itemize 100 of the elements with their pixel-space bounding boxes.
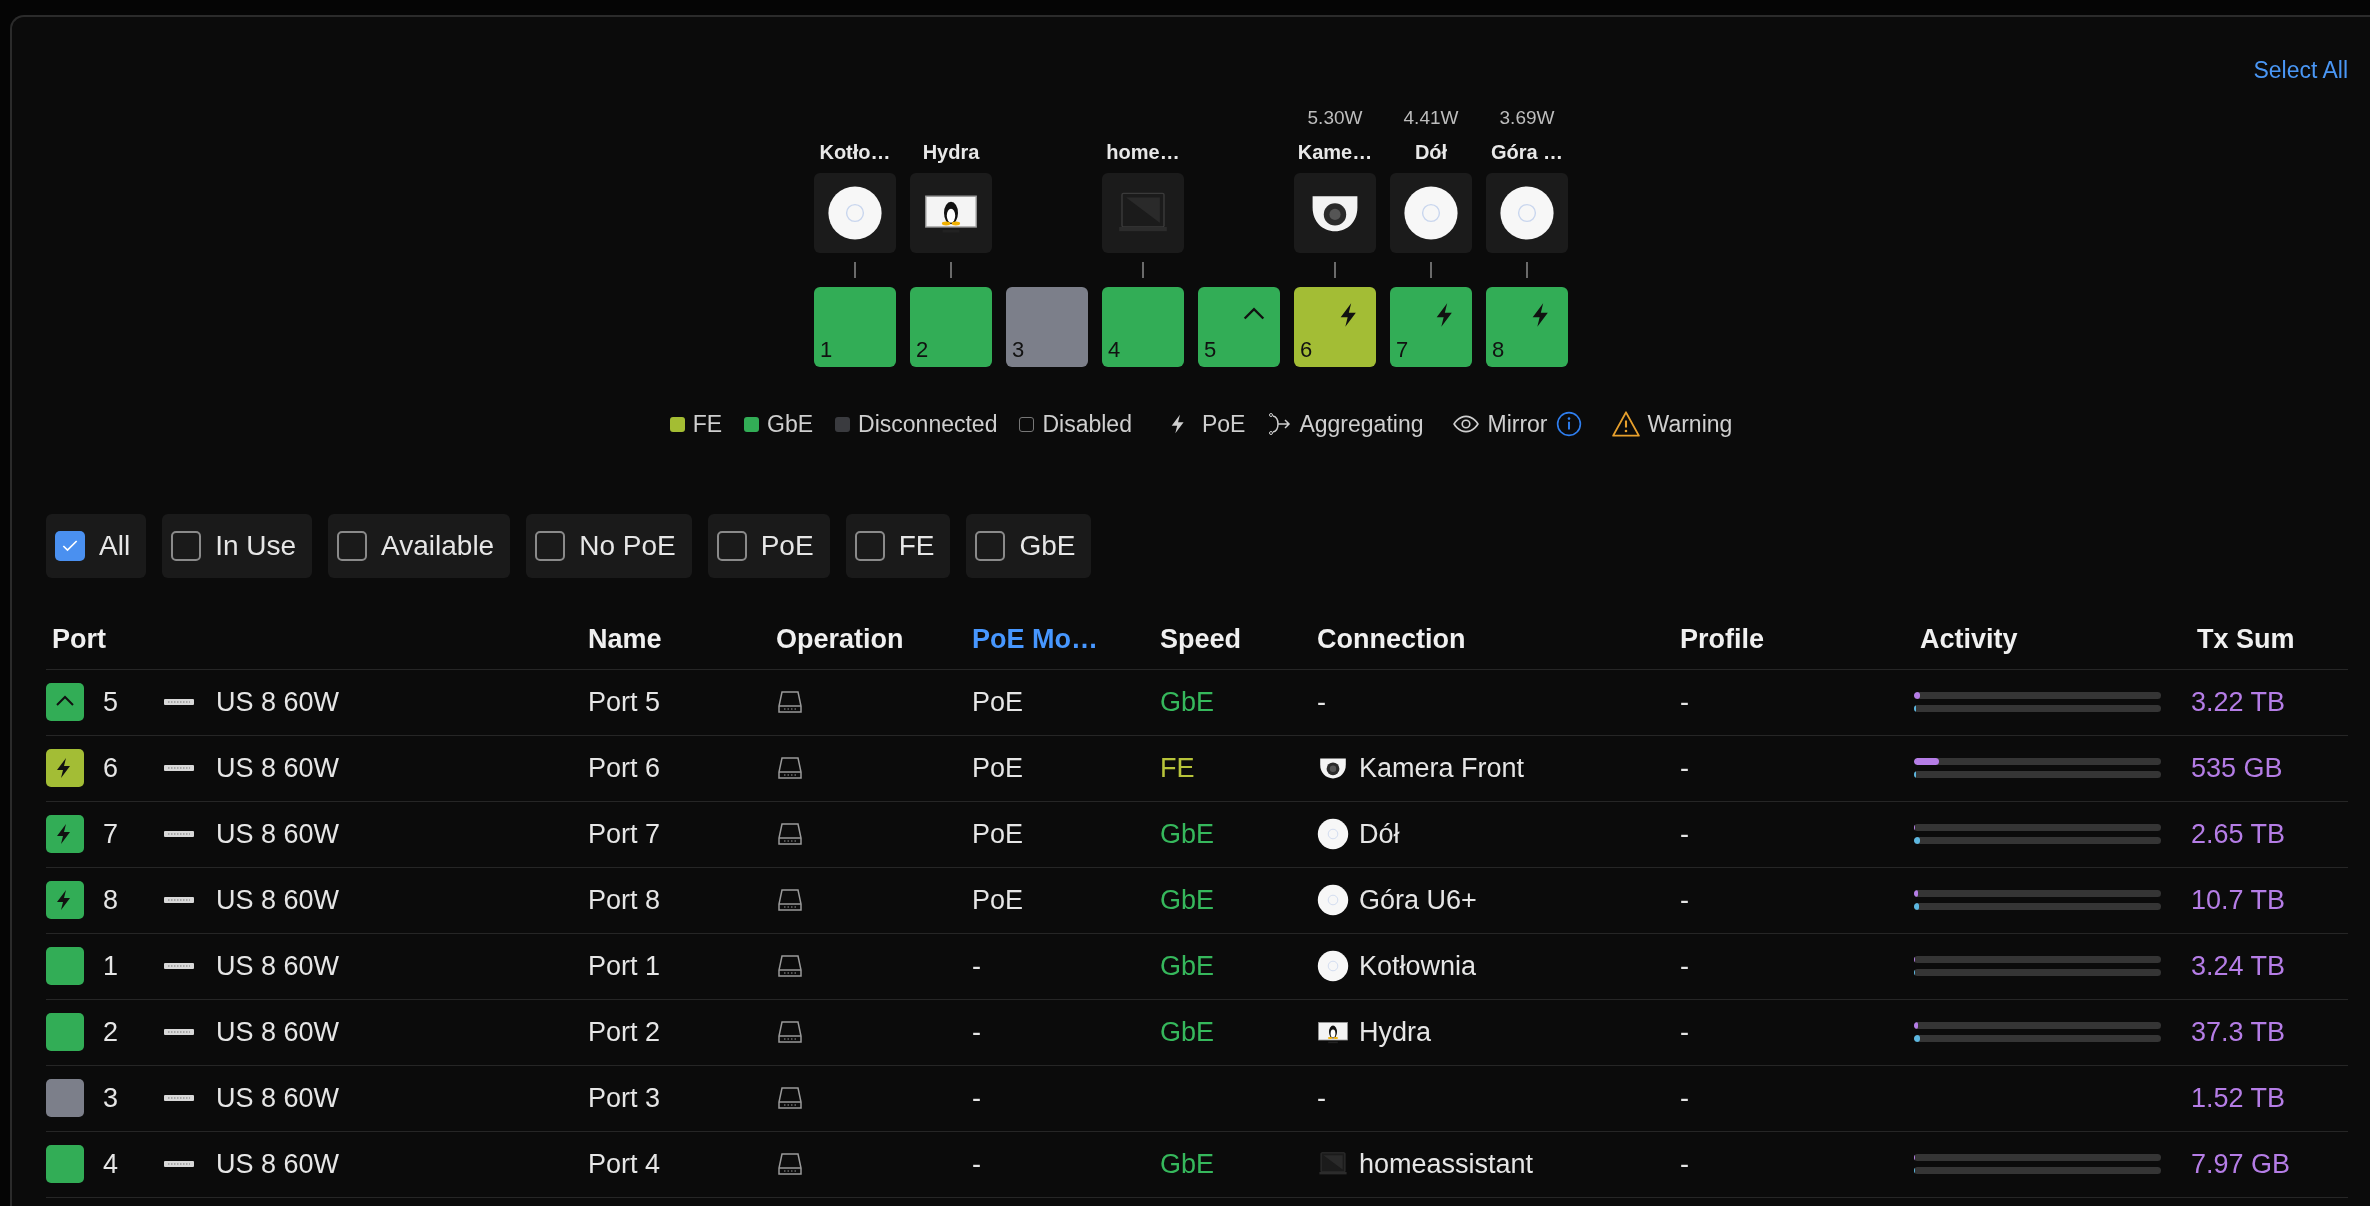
filter-checkbox[interactable]: GbE: [966, 513, 1092, 578]
port-number: 5: [103, 685, 120, 719]
tx-sum: 37.3 TB: [2191, 1016, 2286, 1047]
port-number: 6: [103, 751, 120, 785]
poe-mode: PoE: [972, 686, 1024, 717]
device-tile[interactable]: [1390, 173, 1472, 253]
connection-name: -: [1317, 1081, 1326, 1115]
device-label: home…: [1106, 142, 1180, 162]
legend-label: FE: [692, 410, 723, 439]
switch-name: US 8 60W: [216, 1015, 340, 1049]
switch-name: US 8 60W: [216, 1081, 340, 1115]
poe-mode: PoE: [972, 752, 1024, 783]
switch-icon: [163, 828, 195, 840]
device-tile[interactable]: [1102, 173, 1184, 253]
port-tile[interactable]: 5: [1198, 287, 1280, 367]
port-name: Port 8: [588, 884, 661, 915]
drive-icon: [776, 689, 804, 715]
device-tile[interactable]: [814, 173, 896, 253]
poe-mode: PoE: [972, 818, 1024, 849]
device-label: Hydra: [922, 142, 980, 162]
power-reading: 4.41W: [1403, 108, 1459, 127]
profile-value: -: [1680, 818, 1689, 849]
column-header[interactable]: Tx Sum: [2191, 618, 2348, 660]
speed-value: GbE: [1160, 686, 1215, 717]
legend-label: GbE: [767, 410, 814, 439]
filter-checkbox[interactable]: Available: [328, 513, 511, 578]
profile-value: -: [1680, 686, 1689, 717]
profile-value: -: [1680, 950, 1689, 981]
filter-checkbox[interactable]: No PoE: [526, 513, 692, 578]
port-tile[interactable]: 2: [910, 287, 992, 367]
column-header[interactable]: Activity: [1914, 618, 2191, 660]
poe-mode: -: [972, 950, 981, 981]
power-reading: 5.30W: [1307, 108, 1363, 127]
connection-name: homeassistant: [1359, 1147, 1534, 1181]
info-icon: [1555, 411, 1582, 438]
port-tile[interactable]: 4: [1102, 287, 1184, 367]
device-label: Kame…: [1297, 142, 1373, 162]
connection-name: Hydra: [1359, 1015, 1432, 1049]
port-number: 4: [103, 1147, 120, 1181]
speed-value: GbE: [1160, 1016, 1215, 1047]
port-tile[interactable]: 6: [1294, 287, 1376, 367]
column-header[interactable]: Port: [46, 618, 582, 660]
port-number: 1: [103, 949, 120, 983]
column-header[interactable]: Name: [582, 618, 770, 660]
legend-swatch: [1019, 416, 1035, 432]
filter-checkbox[interactable]: FE: [845, 513, 951, 578]
switch-name: US 8 60W: [216, 817, 340, 851]
connection-name: Kamera Front: [1359, 751, 1525, 785]
drive-icon: [776, 1151, 804, 1177]
profile-value: -: [1680, 1016, 1689, 1047]
drive-icon: [776, 1019, 804, 1045]
device-tile[interactable]: [1294, 173, 1376, 253]
switch-icon: [163, 1092, 195, 1104]
column-header[interactable]: Operation: [770, 618, 966, 660]
drive-icon: [776, 887, 804, 913]
device-tile[interactable]: [910, 173, 992, 253]
legend-label: Disconnected: [858, 410, 998, 439]
device-label: Góra …: [1490, 142, 1564, 162]
filter-checkbox[interactable]: In Use: [162, 513, 313, 578]
select-all-link[interactable]: Select All: [2253, 59, 2348, 103]
legend-label: PoE: [1201, 410, 1246, 439]
speed-value: GbE: [1160, 884, 1215, 915]
port-number: 3: [103, 1081, 120, 1115]
switch-icon: [163, 1158, 195, 1170]
port-name: Port 1: [588, 950, 661, 981]
column-header[interactable]: Speed: [1154, 618, 1311, 660]
switch-icon: [163, 762, 195, 774]
merge-arrow-icon: [1267, 412, 1292, 437]
port-name: Port 7: [588, 818, 661, 849]
port-tile[interactable]: 8: [1486, 287, 1568, 367]
column-header[interactable]: PoE Mo…: [966, 618, 1154, 660]
device-tile[interactable]: [1486, 173, 1568, 253]
port-tile[interactable]: 3: [1006, 287, 1088, 367]
device-label: Kotło…: [819, 142, 891, 162]
drive-icon: [776, 755, 804, 781]
legend-label: Warning: [1647, 410, 1733, 439]
port-name: Port 6: [588, 752, 661, 783]
connection-name: Kotłownia: [1359, 949, 1477, 983]
column-header[interactable]: Connection: [1311, 618, 1674, 660]
port-number: 2: [103, 1015, 120, 1049]
power-reading: 3.69W: [1499, 108, 1555, 127]
port-name: Port 5: [588, 686, 661, 717]
switch-name: US 8 60W: [216, 949, 340, 983]
tx-sum: 2.65 TB: [2191, 818, 2286, 849]
port-tile[interactable]: 7: [1390, 287, 1472, 367]
legend-label: Disabled: [1042, 410, 1132, 439]
switch-icon: [163, 960, 195, 972]
switch-icon: [163, 696, 195, 708]
profile-value: -: [1680, 1148, 1689, 1179]
drive-icon: [776, 1085, 804, 1111]
drive-icon: [776, 953, 804, 979]
profile-value: -: [1680, 884, 1689, 915]
poe-mode: -: [972, 1016, 981, 1047]
filter-checkbox[interactable]: All: [46, 513, 147, 578]
switch-icon: [163, 894, 195, 906]
port-tile[interactable]: 1: [814, 287, 896, 367]
tx-sum: 1.52 TB: [2191, 1082, 2286, 1113]
column-header[interactable]: Profile: [1674, 618, 1914, 660]
filter-checkbox[interactable]: PoE: [707, 513, 830, 578]
poe-mode: PoE: [972, 884, 1024, 915]
